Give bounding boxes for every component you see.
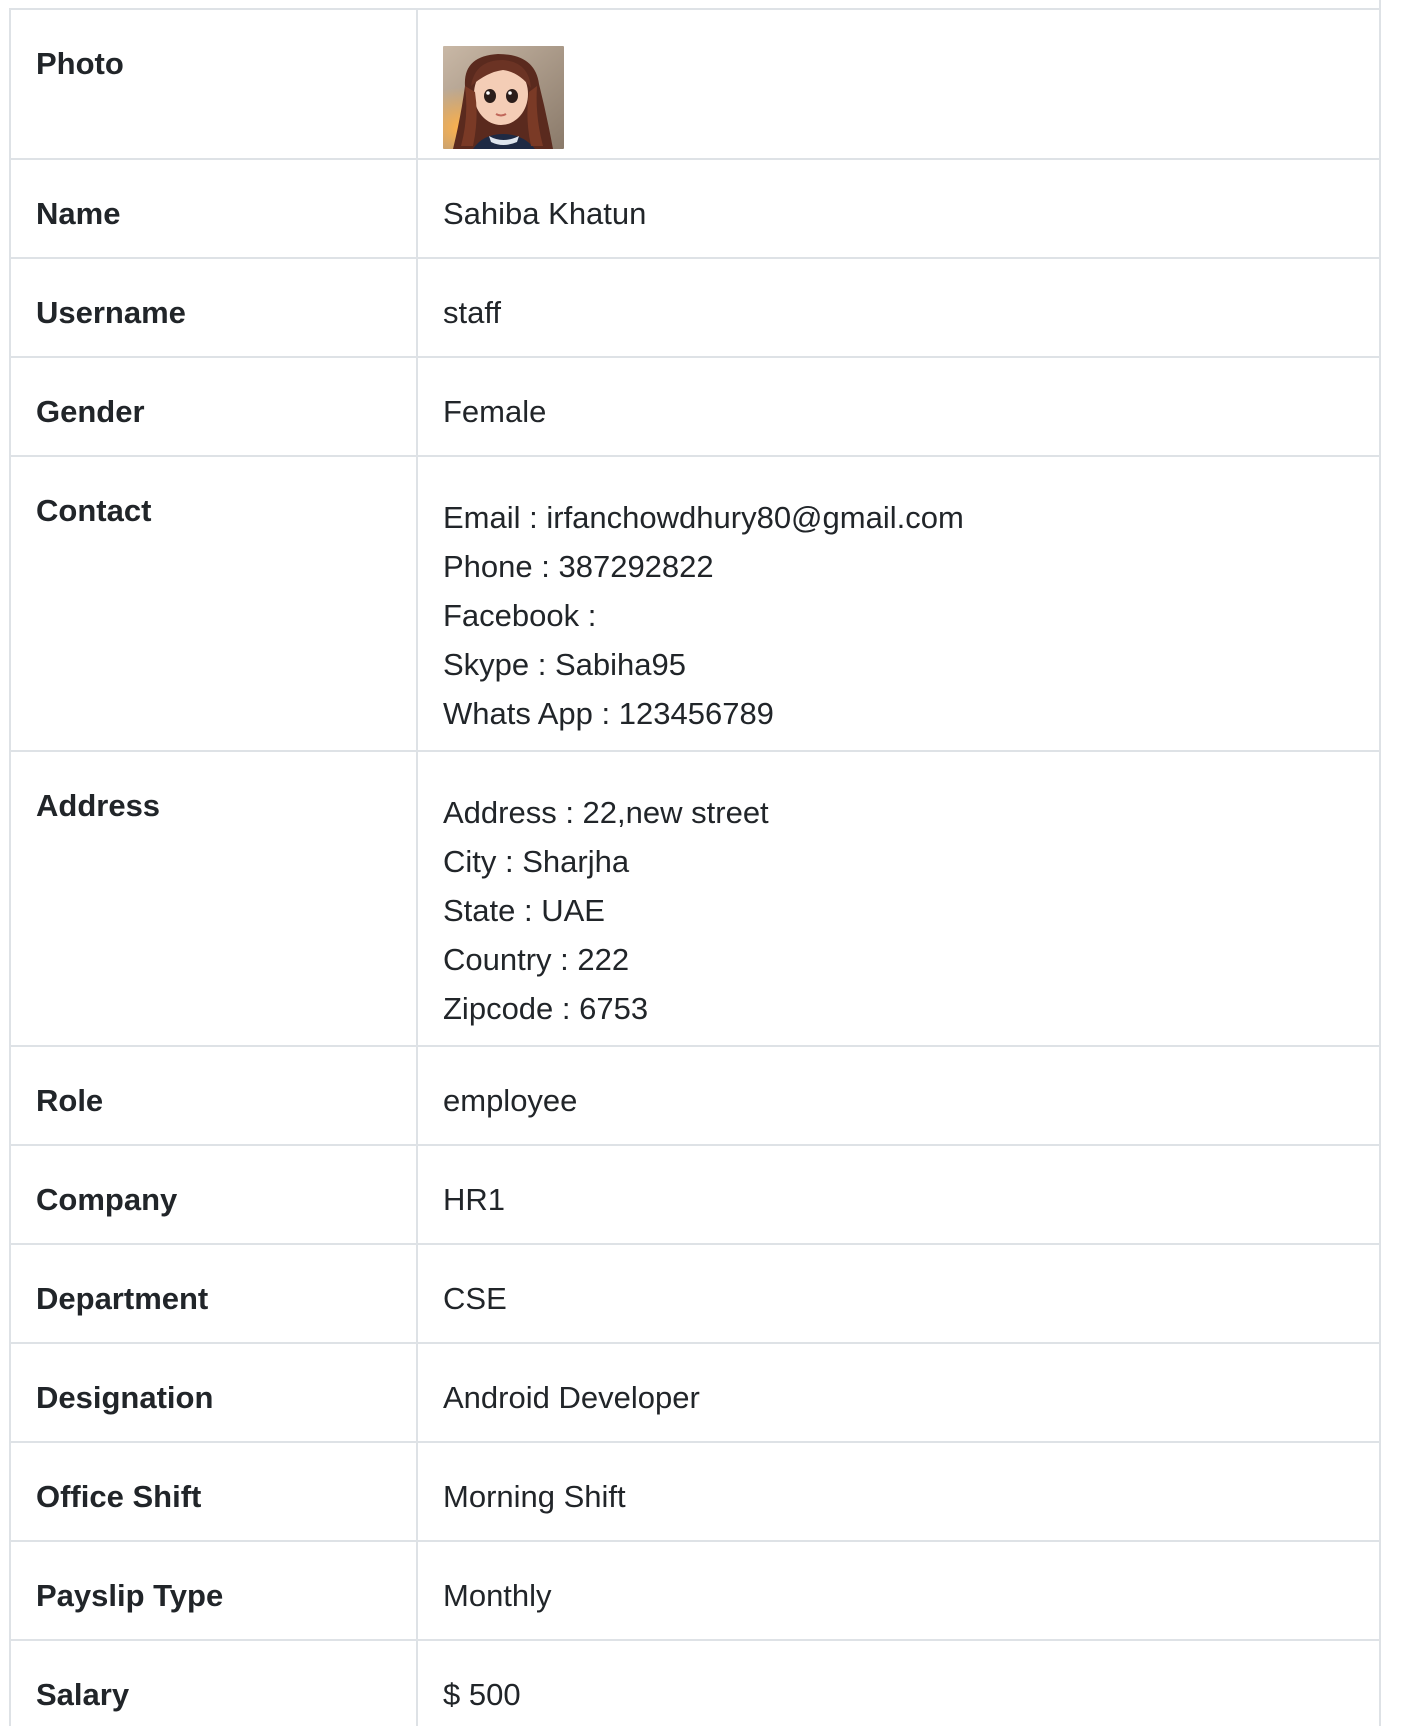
address-label: Address bbox=[9, 750, 418, 1047]
photo-label: Photo bbox=[9, 8, 418, 160]
payslip-type-value: Monthly bbox=[416, 1540, 1381, 1641]
table-row-payslip-type: Payslip Type Monthly bbox=[9, 1540, 1381, 1641]
department-value: CSE bbox=[416, 1243, 1381, 1344]
photo-cell bbox=[416, 8, 1381, 160]
table-row-department: Department CSE bbox=[9, 1243, 1381, 1344]
table-row-salary: Salary $ 500 bbox=[9, 1639, 1381, 1726]
username-label: Username bbox=[9, 257, 418, 358]
contact-email: Email : irfanchowdhury80@gmail.com bbox=[443, 500, 964, 535]
table-row-username: Username staff bbox=[9, 257, 1381, 358]
designation-value: Android Developer bbox=[416, 1342, 1381, 1443]
address-value: Address : 22,new street City : Sharjha S… bbox=[416, 750, 1381, 1047]
salary-value: $ 500 bbox=[416, 1639, 1381, 1726]
company-label: Company bbox=[9, 1144, 418, 1245]
table-row-contact: Contact Email : irfanchowdhury80@gmail.c… bbox=[9, 455, 1381, 752]
address-street: Address : 22,new street bbox=[443, 795, 769, 830]
table-row-designation: Designation Android Developer bbox=[9, 1342, 1381, 1443]
table-row-role: Role employee bbox=[9, 1045, 1381, 1146]
adjacent-column-border bbox=[1379, 0, 1406, 1726]
table-row-gender: Gender Female bbox=[9, 356, 1381, 457]
designation-label: Designation bbox=[9, 1342, 418, 1443]
contact-skype: Skype : Sabiha95 bbox=[443, 647, 687, 682]
office-shift-label: Office Shift bbox=[9, 1441, 418, 1542]
role-label: Role bbox=[9, 1045, 418, 1146]
office-shift-value: Morning Shift bbox=[416, 1441, 1381, 1542]
table-row-office-shift: Office Shift Morning Shift bbox=[9, 1441, 1381, 1542]
payslip-type-label: Payslip Type bbox=[9, 1540, 418, 1641]
address-city: City : Sharjha bbox=[443, 844, 630, 879]
department-label: Department bbox=[9, 1243, 418, 1344]
contact-phone: Phone : 387292822 bbox=[443, 549, 714, 584]
role-value: employee bbox=[416, 1045, 1381, 1146]
contact-label: Contact bbox=[9, 455, 418, 752]
table-row-address: Address Address : 22,new street City : S… bbox=[9, 750, 1381, 1047]
address-zipcode: Zipcode : 6753 bbox=[443, 991, 649, 1026]
contact-whatsapp: Whats App : 123456789 bbox=[443, 696, 774, 731]
contact-value: Email : irfanchowdhury80@gmail.com Phone… bbox=[416, 455, 1381, 752]
username-value: staff bbox=[416, 257, 1381, 358]
company-value: HR1 bbox=[416, 1144, 1381, 1245]
gender-value: Female bbox=[416, 356, 1381, 457]
table-row-company: Company HR1 bbox=[9, 1144, 1381, 1245]
profile-details-panel: Photo Name Sahiba Khatun Username staff … bbox=[9, 0, 1406, 1726]
gender-label: Gender bbox=[9, 356, 418, 457]
table-row-name: Name Sahiba Khatun bbox=[9, 158, 1381, 259]
address-state: State : UAE bbox=[443, 893, 605, 928]
address-country: Country : 222 bbox=[443, 942, 630, 977]
salary-label: Salary bbox=[9, 1639, 418, 1726]
name-label: Name bbox=[9, 158, 418, 259]
table-row-photo: Photo bbox=[9, 8, 1381, 160]
name-value: Sahiba Khatun bbox=[416, 158, 1381, 259]
contact-facebook: Facebook : bbox=[443, 598, 597, 633]
employee-details-table: Photo Name Sahiba Khatun Username staff … bbox=[9, 8, 1381, 1726]
profile-photo-avatar bbox=[443, 46, 564, 149]
